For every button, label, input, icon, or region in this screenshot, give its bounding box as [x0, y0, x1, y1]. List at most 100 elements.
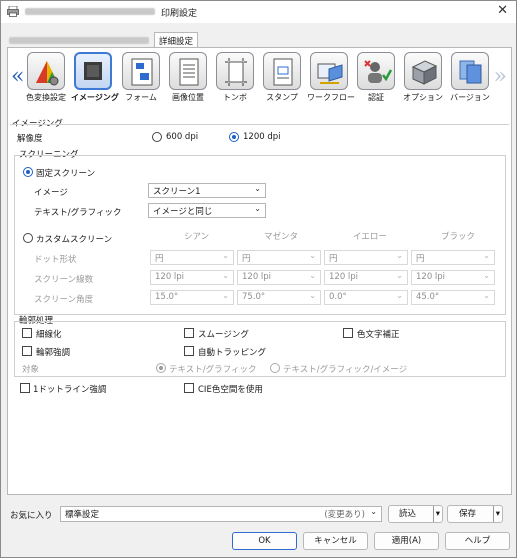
feature-stamp[interactable]: スタンプ [260, 52, 304, 103]
feature-label: イメージング [71, 93, 119, 102]
column-magenta: マゼンタ [264, 232, 299, 242]
favorites-modified: (変更あり) [324, 510, 365, 520]
form-icon [122, 52, 160, 90]
dot-shape-label: ドット形状 [34, 255, 77, 265]
feature-label: 画像位置 [172, 93, 204, 102]
target-label: 対象 [22, 365, 40, 375]
feature-label: ワークフロー [307, 93, 355, 102]
fixed-screen-radio[interactable] [23, 167, 33, 177]
auto-trapping-label: 自動トラッピング [198, 348, 267, 358]
dot-shape-yellow-select[interactable]: 円 ⌄ [324, 250, 408, 265]
printer-name-redacted [25, 8, 155, 15]
load-label: 読込 [399, 509, 417, 519]
feature-authentication[interactable]: 認証 [354, 52, 398, 103]
text-graphic-select[interactable]: イメージと同じ ⌄ [148, 203, 266, 218]
dot-shape-cyan-select[interactable]: 円 ⌄ [150, 250, 234, 265]
chevron-down-icon: ⌄ [222, 251, 229, 260]
screen-frequency-label: スクリーン線数 [34, 275, 94, 285]
target-all-label: テキスト/グラフィック/イメージ [283, 365, 408, 375]
chevron-down-icon: ⌄ [370, 507, 377, 516]
select-value: スクリーン1 [153, 187, 201, 197]
chevron-down-icon: ⌄ [396, 271, 403, 280]
frequency-magenta-select[interactable]: 120 lpi ⌄ [237, 270, 321, 285]
feature-label: 認証 [368, 93, 384, 102]
column-cyan: シアン [184, 232, 210, 242]
options-icon [404, 52, 442, 90]
resolution-600-radio[interactable] [152, 132, 162, 142]
dot-shape-black-select[interactable]: 円 ⌄ [411, 250, 495, 265]
color-convert-icon [27, 52, 65, 90]
angle-cyan-select[interactable]: 15.0° ⌄ [150, 290, 234, 305]
feature-image-position[interactable]: 画像位置 [166, 52, 210, 103]
crop-marks-icon [216, 52, 254, 90]
smoothing-checkbox[interactable] [184, 328, 194, 338]
scroll-right-icon[interactable]: » [494, 64, 507, 89]
angle-yellow-select[interactable]: 0.0° ⌄ [324, 290, 408, 305]
target-all-radio[interactable] [270, 363, 280, 373]
one-dot-line-checkbox[interactable] [20, 383, 30, 393]
feature-label: オプション [403, 93, 443, 102]
target-text-graphic-label: テキスト/グラフィック [169, 365, 257, 375]
thin-line-checkbox[interactable] [22, 328, 32, 338]
window-title: 印刷設定 [161, 9, 198, 19]
load-button[interactable]: 読込 ▾ [388, 505, 443, 523]
tab-strip: 詳細設定 [1, 28, 516, 48]
angle-magenta-select[interactable]: 75.0° ⌄ [237, 290, 321, 305]
feature-options[interactable]: オプション [401, 52, 445, 103]
edge-enhance-label: 輪郭強調 [36, 348, 71, 358]
color-char-label: 色文字補正 [357, 330, 400, 340]
feature-label: スタンプ [266, 93, 298, 102]
tab-advanced[interactable]: 詳細設定 [154, 32, 199, 48]
ok-button[interactable]: OK [232, 532, 297, 550]
chevron-down-icon: ⌄ [396, 291, 403, 300]
chevron-down-icon: ⌄ [254, 184, 261, 193]
chevron-down-icon: ⌄ [309, 251, 316, 260]
version-icon [451, 52, 489, 90]
feature-label: フォーム [125, 93, 157, 102]
feature-label: 色変換設定 [26, 93, 66, 102]
target-text-graphic-radio[interactable] [156, 363, 166, 373]
help-button[interactable]: ヘルプ [445, 532, 510, 550]
resolution-label: 解像度 [17, 134, 43, 144]
feature-workflow[interactable]: ワークフロー [307, 52, 355, 103]
tab-redacted[interactable] [9, 37, 149, 44]
color-char-checkbox[interactable] [343, 328, 353, 338]
feature-version[interactable]: バージョン [448, 52, 492, 103]
dot-shape-magenta-select[interactable]: 円 ⌄ [237, 250, 321, 265]
image-screen-select[interactable]: スクリーン1 ⌄ [148, 183, 266, 198]
column-black: ブラック [441, 232, 476, 242]
scroll-left-icon[interactable]: « [11, 64, 24, 89]
close-icon[interactable]: ✕ [497, 3, 508, 18]
favorites-label: お気に入り [10, 511, 53, 521]
apply-button[interactable]: 適用(A) [374, 532, 439, 550]
feature-form[interactable]: フォーム [119, 52, 163, 103]
select-value: イメージと同じ [153, 207, 213, 217]
custom-screen-radio[interactable] [23, 233, 33, 243]
text-graphic-label: テキスト/グラフィック [34, 208, 122, 218]
cie-color-checkbox[interactable] [184, 383, 194, 393]
cie-color-label: CIE色空間を使用 [198, 385, 263, 395]
angle-black-select[interactable]: 45.0° ⌄ [411, 290, 495, 305]
edge-enhance-checkbox[interactable] [22, 346, 32, 356]
title-bar: 印刷設定 ✕ [1, 1, 516, 23]
chevron-down-icon: ⌄ [309, 291, 316, 300]
auto-trapping-checkbox[interactable] [184, 346, 194, 356]
screen-angle-label: スクリーン角度 [34, 295, 94, 305]
feature-crop-marks[interactable]: トンボ [213, 52, 257, 103]
feature-color-convert[interactable]: 色変換設定 [24, 52, 68, 103]
load-dropdown-icon[interactable]: ▾ [432, 506, 440, 522]
resolution-1200-radio[interactable] [229, 132, 239, 142]
frequency-black-select[interactable]: 120 lpi ⌄ [411, 270, 495, 285]
chevron-down-icon: ⌄ [483, 251, 490, 260]
favorites-select[interactable]: 標準設定 (変更あり) ⌄ [60, 506, 382, 522]
column-yellow: イエロー [353, 232, 387, 242]
cancel-button[interactable]: キャンセル [303, 532, 368, 550]
save-button[interactable]: 保存 ▾ [447, 505, 503, 523]
frequency-yellow-select[interactable]: 120 lpi ⌄ [324, 270, 408, 285]
stamp-icon [263, 52, 301, 90]
frequency-cyan-select[interactable]: 120 lpi ⌄ [150, 270, 234, 285]
feature-imaging[interactable]: イメージング [71, 52, 119, 103]
save-dropdown-icon[interactable]: ▾ [492, 506, 500, 522]
authentication-icon [357, 52, 395, 90]
chevron-down-icon: ⌄ [254, 204, 261, 213]
